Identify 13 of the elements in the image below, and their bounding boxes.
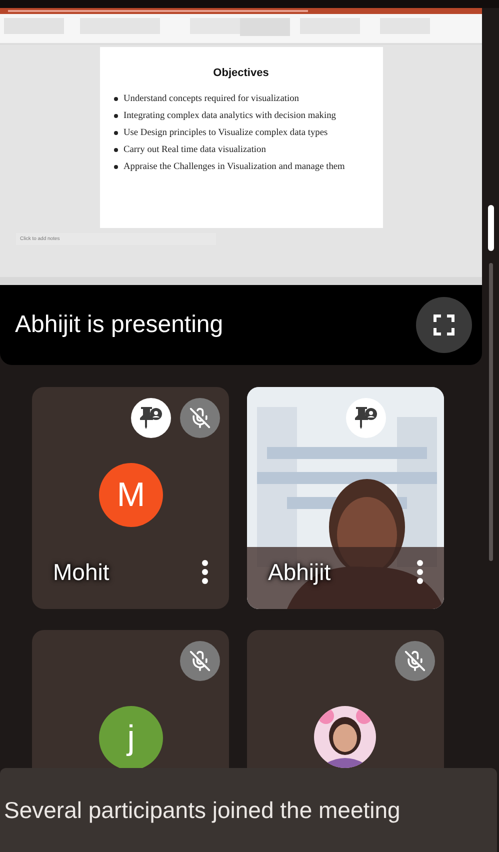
bullet-text: Understand concepts required for visualization bbox=[124, 92, 299, 106]
bullet-text: Integrating complex data analytics with decision making bbox=[124, 110, 336, 123]
participant-name: Mohit bbox=[53, 558, 110, 587]
fullscreen-icon bbox=[433, 314, 455, 336]
pin-icon[interactable] bbox=[131, 398, 171, 438]
presenting-text: Abhijit is presenting bbox=[15, 310, 224, 340]
participant-name: Abhijit bbox=[268, 558, 331, 587]
participant-tile[interactable]: M Mohit bbox=[32, 387, 229, 609]
slide-title: Objectives bbox=[212, 66, 270, 81]
participant-tile[interactable]: Abhijit bbox=[247, 387, 444, 609]
bullet-text: Carry out Real time data visualization bbox=[124, 144, 266, 157]
bullet-text: Use Design principles to Visualize complex data types bbox=[124, 126, 328, 140]
bullet-text: Appraise the Challenges in Visualization and manage them bbox=[124, 160, 345, 174]
